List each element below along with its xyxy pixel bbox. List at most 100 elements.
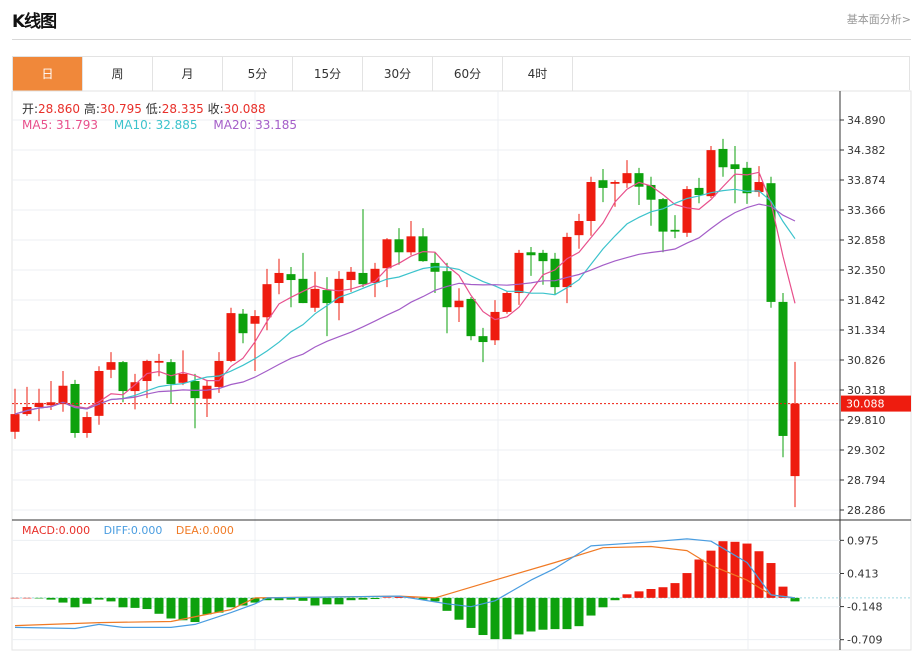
candle-up [574,220,584,236]
candle-down [670,229,680,232]
candle-up [94,370,104,416]
macd-bar [34,597,44,599]
candle-down [478,336,488,343]
candle-up [178,373,188,383]
macd-bar [370,597,380,600]
macd-bar [58,597,68,603]
macd-bar [10,597,20,599]
candle-up [406,236,416,253]
candle-down [118,362,128,392]
macd-bar [466,597,476,628]
macd-bar [70,597,80,608]
candle-up [250,316,260,324]
candle-up [310,288,320,308]
candle-up [454,300,464,308]
candle-down [646,184,656,200]
macd-bar [574,597,584,627]
close-value: 30.088 [223,102,266,116]
candle-down [694,187,704,195]
price-tick-label: 32.858 [847,234,886,247]
price-tick-label: 28.794 [847,474,886,487]
macd-bar [694,559,704,598]
candle-down [322,290,332,304]
macd-tick-label: -0.148 [847,601,882,614]
macd-bar [382,597,392,598]
macd-bar [82,597,92,604]
candle-down [466,298,476,337]
ma-legend: MA5: 31.793 MA10: 32.885 MA20: 33.185 [22,118,297,132]
macd-bar [670,583,680,598]
candle-up [490,311,500,341]
macd-bar [202,597,212,615]
candle-down [778,301,788,436]
open-label: 开: [22,102,39,116]
candle-up [622,173,632,184]
candle-up [214,360,224,387]
macd-bar [622,594,632,598]
macd-bar [322,597,332,605]
macd-bar [226,597,236,608]
macd-tick-label: 0.975 [847,534,879,547]
macd-bar [346,597,356,601]
candle-up [46,402,56,406]
low-value: 28.335 [161,102,204,116]
candle-up [502,293,512,312]
candle-down [718,148,728,168]
price-tick-label: 34.890 [847,114,886,127]
candle-down [394,239,404,253]
macd-bar [178,597,188,621]
candle-up [610,182,620,184]
macd-bar [790,597,800,602]
price-tick-label: 30.826 [847,354,886,367]
dea-value: DEA:0.000 [175,524,234,537]
macd-bar [166,597,176,619]
candle-up [514,252,524,294]
macd-tick-label: -0.709 [847,634,882,647]
candle-down [550,258,560,288]
ma10-line [14,188,796,415]
candle-down [70,383,80,433]
candle-up [382,239,392,269]
close-label: 收: [207,102,224,116]
macd-bar [586,597,596,616]
candle-up [274,272,284,283]
macd-tick-label: 0.413 [847,567,879,580]
candle-down [538,252,548,262]
candle-down [238,313,248,334]
candle-down [166,362,176,384]
price-tick-label: 31.334 [847,324,886,337]
macd-bar [706,550,716,598]
candle-up [106,362,116,370]
candle-down [442,271,452,308]
macd-bar [646,589,656,598]
macd-bar [634,591,644,598]
candle-up [10,414,20,432]
macd-bar [22,597,32,599]
kline-chart[interactable]: 34.890 34.382 33.874 33.366 32.858 32.350 31.8… [0,0,915,651]
macd-bar [310,597,320,606]
price-tick-label: 31.842 [847,294,886,307]
candle-down [358,272,368,285]
candle-down [190,381,200,399]
low-label: 低: [145,102,162,116]
candle-up [154,360,164,363]
open-value: 28.860 [38,102,81,116]
candle-down [598,180,608,188]
macd-bar [526,597,536,632]
diff-value: DIFF:0.000 [103,524,163,537]
price-tick-label: 34.382 [847,144,886,157]
macd-bar [562,597,572,630]
macd-bar [502,597,512,640]
macd-bar [538,597,548,630]
price-tick-label: 28.286 [847,504,886,517]
macd-bar [190,597,200,623]
macd-bar [154,597,164,614]
candle-up [790,403,800,477]
macd-bar [490,597,500,640]
candle-up [262,284,272,318]
ohlc-legend: 开:28.860 高:30.795 低:28.335 收:30.088 [22,100,266,117]
macd-bar [142,597,152,610]
candle-down [526,252,536,256]
candle-up [34,402,44,408]
macd-bar [130,597,140,608]
